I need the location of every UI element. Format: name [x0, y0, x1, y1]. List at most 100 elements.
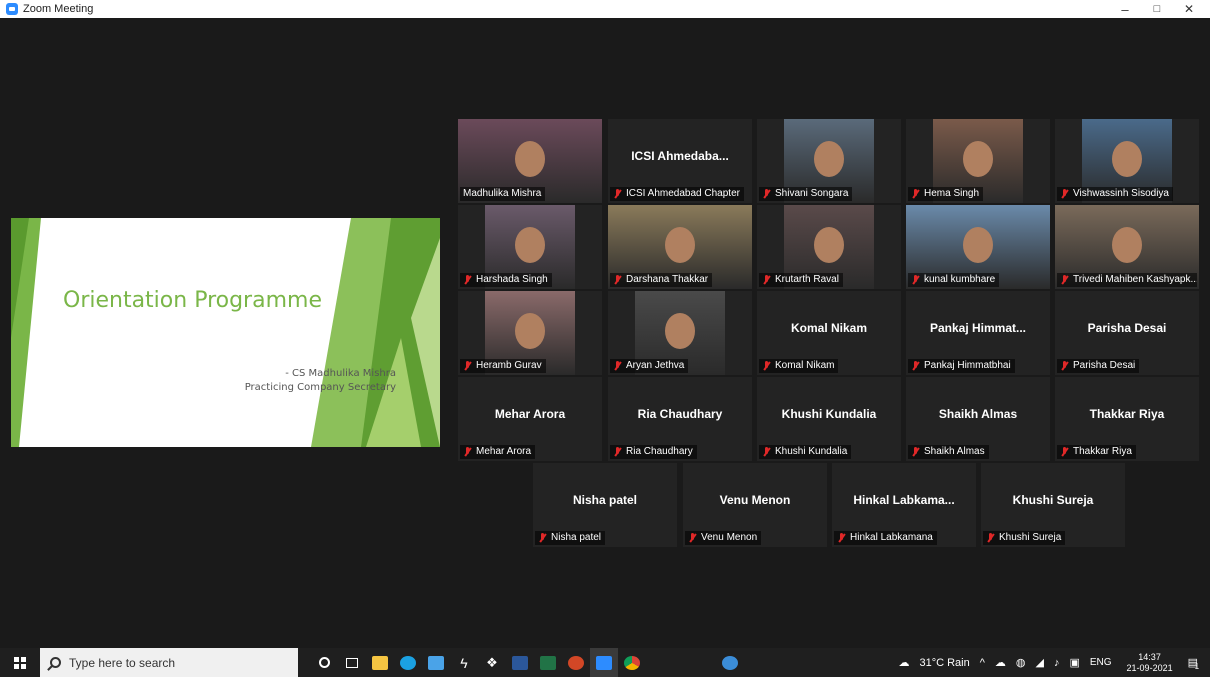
participant-tile[interactable]: Komal Nikam Komal Nikam [757, 291, 901, 375]
word-icon[interactable] [506, 648, 534, 677]
notification-center-icon[interactable]: ▤ 1 [1188, 656, 1200, 671]
participant-tile[interactable]: Trivedi Mahiben Kashyapk... [1055, 205, 1199, 289]
participant-tile[interactable]: Darshana Thakkar [608, 205, 752, 289]
search-icon [50, 657, 61, 668]
wifi-icon[interactable]: ◢ [1036, 656, 1044, 669]
participant-tile[interactable]: Venu Menon Venu Menon [683, 463, 827, 547]
edge-icon[interactable] [394, 648, 422, 677]
muted-mic-icon [613, 361, 622, 371]
muted-mic-icon [911, 275, 920, 285]
winamp-icon[interactable]: ϟ [450, 648, 478, 677]
participant-display-name: Komal Nikam [790, 321, 868, 335]
participant-tile[interactable]: Nisha patel Nisha patel [533, 463, 677, 547]
close-button[interactable]: ✕ [1174, 0, 1204, 18]
participant-display-name: Parisha Desai [1087, 321, 1167, 335]
participant-name-label: kunal kumbhare [908, 273, 1000, 287]
participant-name: Pankaj Himmatbhai [924, 360, 1011, 371]
participant-name: Venu Menon [701, 532, 758, 543]
muted-mic-icon [1060, 447, 1069, 457]
minimize-button[interactable]: – [1110, 0, 1140, 18]
participant-name: Darshana Thakkar [626, 274, 709, 285]
weather-text[interactable]: 31°C Rain [919, 657, 969, 669]
muted-mic-icon [762, 361, 771, 371]
participant-tile[interactable]: Khushi Sureja Khushi Sureja [981, 463, 1125, 547]
participant-name-label: Aryan Jethva [610, 359, 689, 373]
participant-tile[interactable]: Vishwassinh Sisodiya [1055, 119, 1199, 203]
participant-tile[interactable]: Thakkar Riya Thakkar Riya [1055, 377, 1199, 461]
show-hidden-icons-icon[interactable]: ^ [980, 657, 985, 669]
participant-tile[interactable]: Krutarth Raval [757, 205, 901, 289]
language-indicator[interactable]: ENG [1090, 657, 1112, 668]
title-bar: Zoom Meeting – □ ✕ [0, 0, 1210, 18]
participant-tile[interactable]: Ria Chaudhary Ria Chaudhary [608, 377, 752, 461]
participant-tile[interactable]: Shaikh Almas Shaikh Almas [906, 377, 1050, 461]
participant-face [1112, 141, 1142, 177]
participant-tile[interactable]: Aryan Jethva [608, 291, 752, 375]
task-view-icon[interactable] [338, 648, 366, 677]
excel-icon[interactable] [534, 648, 562, 677]
participant-tile[interactable]: ICSI Ahmedaba... ICSI Ahmedabad Chapter [608, 119, 752, 203]
participant-name-label: Mehar Arora [460, 445, 536, 459]
muted-mic-icon [762, 447, 771, 457]
participant-name-label: Heramb Gurav [460, 359, 546, 373]
muted-mic-icon [1060, 275, 1069, 285]
participant-tile[interactable]: Shivani Songara [757, 119, 901, 203]
participant-tile[interactable]: Pankaj Himmat... Pankaj Himmatbhai [906, 291, 1050, 375]
weather-icon[interactable]: ☁ [898, 656, 909, 669]
participant-tile[interactable]: Hema Singh [906, 119, 1050, 203]
participant-face [814, 227, 844, 263]
participant-face [515, 313, 545, 349]
chrome-icon[interactable] [618, 648, 646, 677]
windows-taskbar: Type here to search ϟ ❖ ☁ 31°C Rain ^ ☁ … [0, 648, 1210, 677]
volume-icon[interactable]: ♪ [1054, 657, 1060, 669]
participant-tile[interactable]: Mehar Arora Mehar Arora [458, 377, 602, 461]
muted-mic-icon [463, 447, 472, 457]
muted-mic-icon [837, 533, 846, 543]
clock-date: 21-09-2021 [1126, 662, 1173, 673]
participant-name: Khushi Kundalia [775, 446, 848, 457]
participant-name: Vishwassinh Sisodiya [1073, 188, 1169, 199]
start-button[interactable] [0, 648, 40, 677]
participant-tile[interactable]: Heramb Gurav [458, 291, 602, 375]
participant-tile[interactable]: Hinkal Labkama... Hinkal Labkamana [832, 463, 976, 547]
taskbar-clock[interactable]: 14:37 21-09-2021 [1127, 652, 1173, 674]
participant-tile[interactable]: Khushi Kundalia Khushi Kundalia [757, 377, 901, 461]
muted-mic-icon [911, 447, 920, 457]
dropbox-icon[interactable]: ❖ [478, 648, 506, 677]
participant-display-name: Khushi Kundalia [781, 407, 877, 421]
muted-mic-icon [538, 533, 547, 543]
participant-name-label: Krutarth Raval [759, 273, 843, 287]
file-explorer-icon[interactable] [366, 648, 394, 677]
muted-mic-icon [911, 361, 920, 371]
participant-tile[interactable]: Harshada Singh [458, 205, 602, 289]
participant-tile[interactable]: Madhulika Mishra [458, 119, 602, 203]
participant-tile[interactable]: Parisha Desai Parisha Desai [1055, 291, 1199, 375]
taskbar-search[interactable]: Type here to search [40, 648, 298, 677]
participant-name-label: Hinkal Labkamana [834, 531, 937, 545]
mail-icon[interactable] [422, 648, 450, 677]
muted-mic-icon [613, 189, 622, 199]
cortana-icon[interactable] [310, 648, 338, 677]
participant-name: Khushi Sureja [999, 532, 1062, 543]
participant-name-label: Shivani Songara [759, 187, 853, 201]
participant-name-label: Khushi Sureja [983, 531, 1066, 545]
maximize-button[interactable]: □ [1142, 0, 1172, 18]
notification-count: 1 [1194, 662, 1200, 671]
participant-face [963, 227, 993, 263]
shared-screen[interactable]: Orientation Programme - CS Madhulika Mis… [11, 218, 440, 447]
participant-tile[interactable]: kunal kumbhare [906, 205, 1050, 289]
zoom-icon[interactable] [590, 648, 618, 677]
powerpoint-icon[interactable] [562, 648, 590, 677]
help-icon[interactable] [716, 648, 744, 677]
slide-title: Orientation Programme [63, 288, 322, 313]
display-icon[interactable]: ▣ [1069, 656, 1079, 669]
participant-name: Krutarth Raval [775, 274, 839, 285]
participant-name: Aryan Jethva [626, 360, 685, 371]
participant-name: Ria Chaudhary [626, 446, 693, 457]
slide-designation: Practicing Company Secretary [244, 382, 396, 393]
participant-face [665, 227, 695, 263]
network-icon[interactable]: ◍ [1016, 656, 1026, 669]
participant-face [665, 313, 695, 349]
onedrive-icon[interactable]: ☁ [995, 656, 1006, 669]
muted-mic-icon [463, 361, 472, 371]
